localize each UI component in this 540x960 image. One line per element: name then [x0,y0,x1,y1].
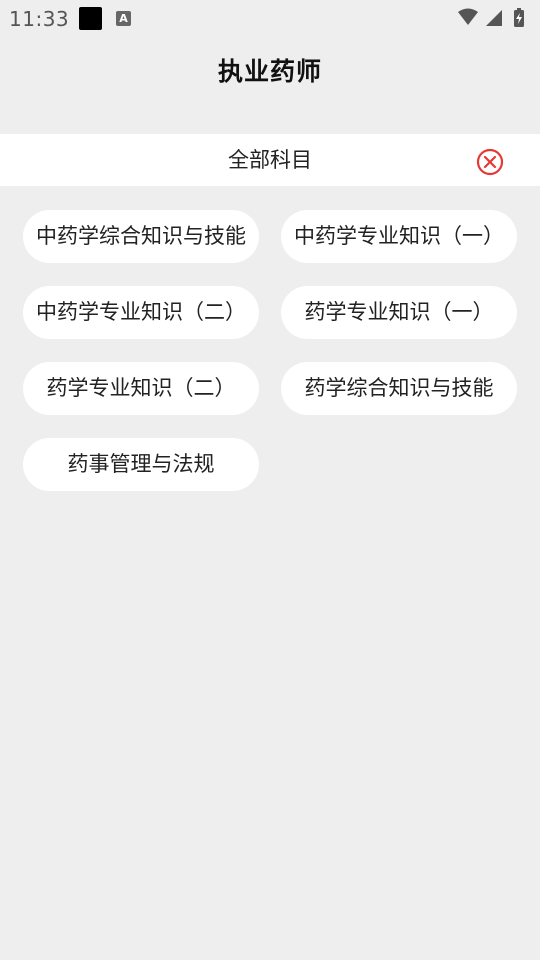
subject-chip[interactable]: 中药学专业知识（一） [281,210,517,263]
subject-chip[interactable]: 中药学综合知识与技能 [23,210,259,263]
signal-icon [486,10,502,26]
filter-label: 全部科目 [228,148,312,172]
page-title: 执业药师 [217,57,322,86]
subject-chip[interactable]: 药学专业知识（一） [281,286,517,339]
filter-bar: 全部科目 [0,134,540,186]
close-button[interactable] [475,147,505,177]
black-square-icon [79,7,102,30]
subject-chip[interactable]: 中药学专业知识（二） [23,286,259,339]
status-time: 11:33 [9,7,70,31]
subject-chip[interactable]: 药学专业知识（二） [23,362,259,415]
status-indicators [456,8,530,28]
battery-icon [514,8,524,27]
subject-chip[interactable]: 药事管理与法规 [23,438,259,491]
subject-chip[interactable]: 药学综合知识与技能 [281,362,517,415]
close-circle-icon [476,148,504,176]
wifi-icon [458,8,478,25]
status-bar: 11:33 A [0,0,540,36]
text-a-icon: A [116,11,131,26]
